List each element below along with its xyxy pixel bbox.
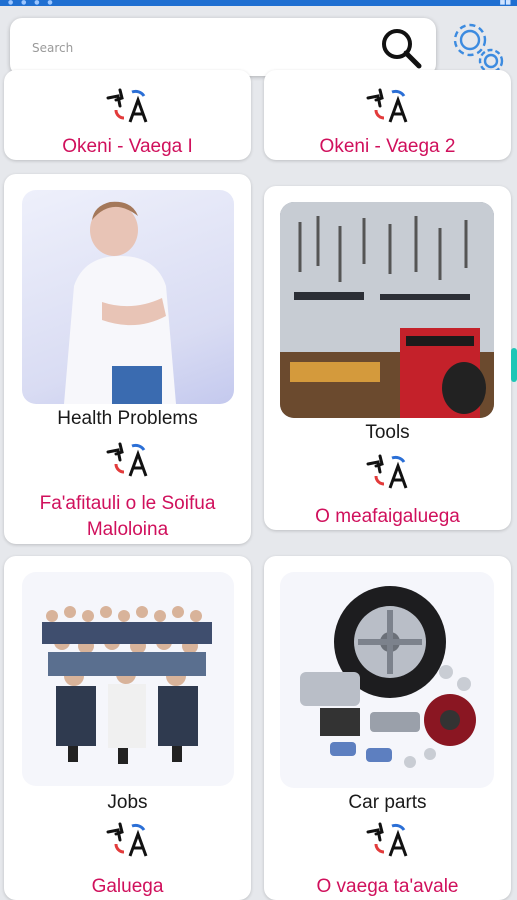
- search-icon: [382, 29, 422, 69]
- translate-logo-icon: [362, 86, 414, 132]
- status-icons: ● ● ● ●: [8, 0, 56, 6]
- health-problems-image: [22, 190, 234, 404]
- search-button[interactable]: [378, 25, 424, 71]
- status-bar: ● ● ● ● ■■: [0, 0, 517, 6]
- search-bar: [10, 18, 436, 76]
- translate-logo-icon: [102, 86, 154, 132]
- card-label-samoan: O meafaigaluega: [315, 506, 460, 527]
- card-label-samoan: Okeni - Vaega I: [62, 136, 193, 157]
- card-label-english: Car parts: [348, 792, 427, 813]
- jobs-image: [22, 572, 234, 786]
- category-card-okeni-2[interactable]: Okeni - Vaega 2: [264, 70, 511, 160]
- category-card-okeni-1[interactable]: Okeni - Vaega I: [4, 70, 251, 160]
- status-time: ■■: [499, 0, 511, 6]
- card-label-samoan: Okeni - Vaega 2: [319, 136, 456, 157]
- translate-logo-icon: [362, 452, 414, 498]
- scrollbar-thumb[interactable]: [511, 348, 517, 382]
- search-input[interactable]: [30, 34, 364, 62]
- card-label-english: Tools: [365, 422, 410, 443]
- card-label-samoan: Galuega: [91, 876, 164, 897]
- category-card-health-problems[interactable]: Health Problems Fa'afitauli o le Soifua …: [4, 174, 251, 544]
- translate-logo-icon: [102, 440, 154, 486]
- card-label-samoan: O vaega ta'avale: [316, 876, 459, 897]
- translate-logo-icon: [102, 820, 154, 866]
- tools-image: [280, 202, 494, 418]
- translate-logo-icon: [362, 820, 414, 866]
- card-label-samoan: Fa'afitauli o le Soifua Maloloina: [39, 493, 216, 540]
- card-label-english: Health Problems: [57, 408, 198, 429]
- card-label-english: Jobs: [107, 792, 148, 813]
- category-card-tools[interactable]: Tools O meafaigaluega: [264, 186, 511, 530]
- category-card-car-parts[interactable]: Car parts O vaega ta'avale: [264, 556, 511, 900]
- car-parts-image: [280, 572, 494, 788]
- category-card-jobs[interactable]: Jobs Galuega: [4, 556, 251, 900]
